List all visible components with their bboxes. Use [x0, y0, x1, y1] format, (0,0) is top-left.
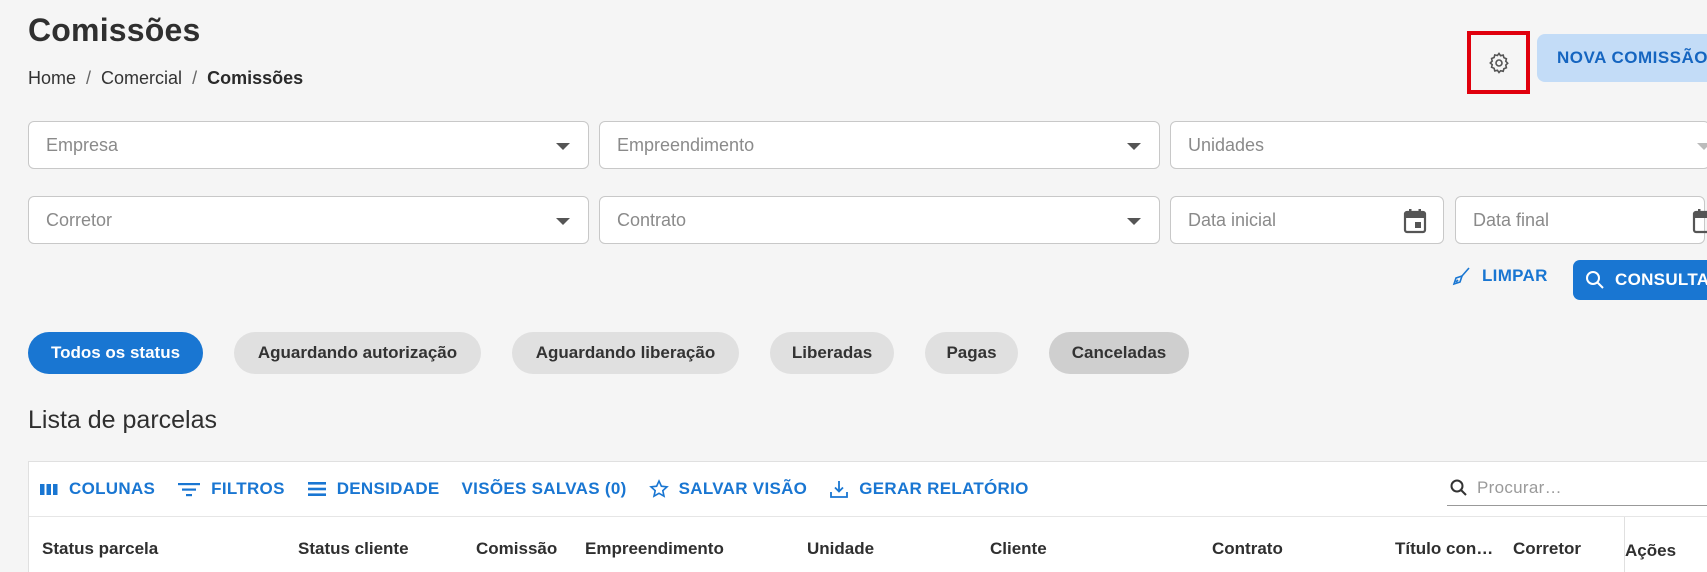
clear-label: LIMPAR: [1482, 266, 1548, 285]
unidades-select[interactable]: Unidades: [1170, 121, 1707, 169]
grid-search-input[interactable]: Procurar…: [1447, 470, 1707, 506]
list-title: Lista de parcelas: [28, 406, 218, 434]
consult-button[interactable]: CONSULTAR: [1573, 260, 1707, 300]
column-header-acoes: Ações: [1625, 541, 1677, 560]
empresa-placeholder: Empresa: [46, 134, 119, 155]
column-header-status-parcela[interactable]: Status parcela: [42, 539, 158, 559]
search-icon: [1450, 479, 1467, 496]
save-view-label: SALVAR VISÃO: [678, 479, 808, 498]
chip-aguardando-autorizacao[interactable]: Aguardando autorização: [234, 332, 481, 374]
corretor-select[interactable]: Corretor: [28, 196, 589, 244]
data-inicial-input[interactable]: Data inicial: [1170, 196, 1444, 244]
column-header-corretor[interactable]: Corretor: [1513, 539, 1581, 559]
columns-label: COLUNAS: [69, 479, 156, 498]
chip-pagas[interactable]: Pagas: [925, 332, 1018, 374]
breadcrumb-current: Comissões: [207, 68, 304, 88]
empreendimento-placeholder: Empreendimento: [617, 134, 755, 155]
column-header-contrato[interactable]: Contrato: [1212, 539, 1283, 559]
clear-button[interactable]: LIMPAR: [1452, 266, 1548, 286]
chip-canceladas[interactable]: Canceladas: [1049, 332, 1189, 374]
generate-report-label: GERAR RELATÓRIO: [859, 479, 1029, 498]
caret-down-icon: [1127, 143, 1141, 150]
filter-icon: [178, 483, 201, 497]
generate-report-button[interactable]: GERAR RELATÓRIO: [829, 479, 1028, 499]
data-final-input[interactable]: Data final: [1455, 196, 1707, 244]
corretor-placeholder: Corretor: [46, 209, 113, 230]
search-icon: [1586, 271, 1604, 289]
filters-button[interactable]: FILTROS: [177, 479, 285, 499]
contrato-select[interactable]: Contrato: [599, 196, 1160, 244]
breadcrumb-comercial[interactable]: Comercial: [101, 68, 182, 89]
data-final-placeholder: Data final: [1473, 209, 1550, 230]
settings-button[interactable]: [1467, 31, 1530, 94]
column-header-unidade[interactable]: Unidade: [807, 539, 874, 559]
save-view-button[interactable]: SALVAR VISÃO: [648, 479, 808, 499]
data-inicial-placeholder: Data inicial: [1188, 209, 1277, 230]
caret-down-icon: [556, 143, 570, 150]
new-commission-button[interactable]: NOVA COMISSÃO: [1537, 34, 1707, 82]
chip-aguardando-liberacao[interactable]: Aguardando liberação: [512, 332, 739, 374]
caret-down-icon: [1127, 218, 1141, 225]
columns-icon: [40, 484, 58, 495]
empresa-select[interactable]: Empresa: [28, 121, 589, 169]
chip-liberadas[interactable]: Liberadas: [770, 332, 894, 374]
column-header-titulo-contrato[interactable]: Título con…: [1395, 539, 1493, 559]
column-header-cliente[interactable]: Cliente: [990, 539, 1047, 559]
saved-views-button[interactable]: VISÕES SALVAS (0): [462, 479, 627, 499]
empreendimento-select[interactable]: Empreendimento: [599, 121, 1160, 169]
saved-views-label: VISÕES SALVAS (0): [461, 479, 627, 498]
data-grid: COLUNAS FILTROS DENSIDADE VISÕES SALVAS …: [28, 461, 1707, 572]
grid-toolbar: COLUNAS FILTROS DENSIDADE VISÕES SALVAS …: [29, 462, 1707, 516]
grid-header-row: Status parcela Status cliente Comissão E…: [29, 516, 1707, 572]
contrato-placeholder: Contrato: [617, 209, 687, 230]
download-icon: [830, 481, 849, 498]
column-header-comissao[interactable]: Comissão: [476, 539, 557, 559]
column-header-status-cliente[interactable]: Status cliente: [298, 539, 409, 559]
chip-todos-os-status[interactable]: Todos os status: [28, 332, 203, 374]
gear-icon: [1488, 51, 1509, 74]
consult-label: CONSULTAR: [1615, 270, 1707, 289]
calendar-icon[interactable]: [1403, 208, 1427, 234]
breadcrumb: Home / Comercial / Comissões: [28, 68, 303, 89]
density-label: DENSIDADE: [336, 479, 440, 498]
breadcrumb-separator: /: [192, 68, 198, 88]
broom-icon: [1452, 267, 1470, 286]
density-icon: [307, 482, 326, 496]
column-header-empreendimento[interactable]: Empreendimento: [585, 539, 724, 559]
caret-down-icon: [556, 218, 570, 225]
breadcrumb-home[interactable]: Home: [28, 68, 76, 89]
unidades-placeholder: Unidades: [1188, 134, 1265, 155]
caret-down-icon: [1697, 143, 1707, 150]
density-button[interactable]: DENSIDADE: [307, 479, 440, 499]
breadcrumb-separator: /: [86, 68, 92, 88]
calendar-icon[interactable]: [1692, 208, 1707, 234]
columns-button[interactable]: COLUNAS: [39, 479, 155, 499]
page-title: Comissões: [28, 12, 201, 48]
star-icon: [648, 479, 669, 498]
grid-search-placeholder: Procurar…: [1477, 477, 1562, 497]
filters-label: FILTROS: [211, 479, 285, 498]
